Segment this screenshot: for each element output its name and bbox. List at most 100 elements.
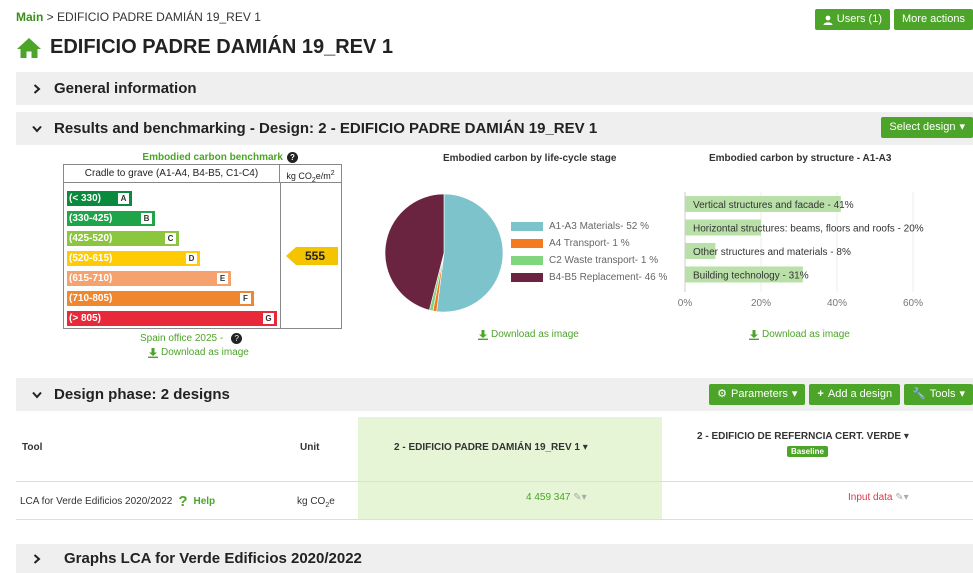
tools-label: Tools [929, 388, 956, 400]
table-row-unit: kg CO2e [297, 496, 335, 509]
input-data-link[interactable]: Input data [848, 492, 892, 503]
table-divider [16, 481, 973, 482]
benchmark-letter: G [263, 313, 274, 324]
design-1-name: 2 - EDIFICIO PADRE DAMIÁN 19_REV 1 [394, 442, 580, 453]
pencil-icon[interactable]: ✎ [573, 492, 581, 503]
download-benchmark-link[interactable]: Download as image [148, 347, 249, 358]
design-2-name: 2 - EDIFICIO DE REFERNCIA CERT. VERDE [697, 431, 902, 442]
general-information-header[interactable]: General information [16, 72, 973, 105]
parameters-label: Parameters [731, 388, 788, 400]
design-column-highlight [358, 417, 662, 520]
chevron-right-icon [28, 553, 46, 564]
legend-item[interactable]: A4 Transport- 1 % [511, 235, 667, 252]
design-column-header[interactable]: 2 - EDIFICIO PADRE DAMIÁN 19_REV 1 ▾ [394, 442, 588, 453]
results-header[interactable]: Results and benchmarking - Design: 2 - E… [16, 112, 973, 145]
download-lifecycle-link[interactable]: Download as image [478, 329, 579, 340]
benchmark-letter: C [165, 233, 176, 244]
benchmark-range: (330-425) [69, 213, 113, 224]
breadcrumb-main-link[interactable]: Main [16, 10, 43, 24]
benchmark-title-row: Embodied carbon benchmark? [63, 152, 298, 163]
download-benchmark-label: Download as image [161, 347, 249, 358]
user-icon [823, 15, 833, 25]
design-1-value-text: 4 459 347 [526, 492, 571, 503]
select-design-button[interactable]: Select design ▾ [881, 117, 973, 138]
add-design-label: Add a design [827, 388, 893, 400]
column-header-unit: Unit [300, 442, 320, 453]
benchmark-range: (425-520) [69, 233, 113, 244]
benchmark-letter: F [240, 293, 251, 304]
info-icon[interactable]: ? [231, 333, 243, 344]
plus-icon: + [817, 388, 824, 400]
parameters-button[interactable]: ⚙ Parameters ▾ [709, 384, 806, 405]
legend-item[interactable]: B4-B5 Replacement- 46 % [511, 269, 667, 286]
benchmark-title: Embodied carbon benchmark [142, 152, 283, 164]
general-information-title: General information [54, 80, 197, 97]
breadcrumb-current: EDIFICIO PADRE DAMIÁN 19_REV 1 [57, 10, 261, 24]
chevron-right-icon [28, 83, 46, 94]
structure-bar-label: Vertical structures and facade - 41% [693, 200, 854, 211]
benchmark-range: (710-805) [69, 293, 113, 304]
benchmark-bar-d: (520-615) D [67, 251, 200, 266]
benchmark-letter: A [118, 193, 129, 204]
legend-item[interactable]: C2 Waste transport- 1 % [511, 252, 667, 269]
tool-name: LCA for Verde Edificios 2020/2022 [20, 496, 173, 507]
help-question-icon[interactable]: ? [178, 493, 187, 510]
baseline-badge: Baseline [787, 446, 828, 457]
benchmark-bar-f: (710-805) F [67, 291, 254, 306]
tools-button[interactable]: 🔧 Tools ▾ [904, 384, 973, 405]
download-icon [478, 329, 488, 340]
caret-down-icon: ▾ [582, 442, 588, 453]
design-1-value[interactable]: 4 459 347 ✎▾ [526, 492, 587, 503]
results-title: Results and benchmarking - Design: 2 - E… [54, 120, 598, 137]
graphs-header[interactable]: Graphs LCA for Verde Edificios 2020/2022 [16, 544, 973, 573]
legend-label: C2 Waste transport- 1 % [549, 255, 659, 266]
lifecycle-pie-chart [384, 193, 504, 313]
caret-down-icon: ▾ [581, 492, 587, 503]
structure-bar-label: Other structures and materials - 8% [693, 247, 851, 258]
x-tick-label: 20% [751, 298, 771, 309]
breadcrumb: Main > EDIFICIO PADRE DAMIÁN 19_REV 1 [16, 10, 261, 24]
design-phase-title: Design phase: 2 designs [54, 386, 230, 403]
info-icon[interactable]: ? [287, 152, 298, 163]
select-design-label: Select design [889, 121, 956, 133]
baseline-column-header[interactable]: 2 - EDIFICIO DE REFERNCIA CERT. VERDE ▾ [697, 431, 909, 442]
caret-down-icon: ▾ [903, 492, 909, 503]
design-2-value[interactable]: Input data ✎▾ [848, 492, 909, 503]
graphs-title: Graphs LCA for Verde Edificios 2020/2022 [64, 550, 362, 567]
benchmark-bar-b: (330-425) B [67, 211, 155, 226]
benchmark-col-unit: kg CO2e/m2 [280, 165, 341, 184]
benchmark-letter: B [141, 213, 152, 224]
caret-down-icon: ▾ [959, 121, 965, 133]
legend-swatch [511, 256, 543, 265]
users-button[interactable]: Users (1) [814, 9, 891, 30]
chevron-down-icon [28, 125, 46, 133]
benchmark-range: (520-615) [69, 253, 113, 264]
pencil-icon[interactable]: ✎ [895, 492, 903, 503]
design-actions: ⚙ Parameters ▾ + Add a design 🔧 Tools ▾ [709, 384, 973, 405]
download-structure-link[interactable]: Download as image [749, 329, 850, 340]
more-actions-button[interactable]: More actions [894, 9, 973, 30]
x-tick-label: 0% [678, 298, 693, 309]
download-lifecycle-label: Download as image [491, 329, 579, 340]
help-link[interactable]: Help [194, 496, 216, 507]
chevron-down-icon [28, 391, 46, 399]
legend-label: B4-B5 Replacement- 46 % [549, 272, 668, 283]
benchmark-range: (615-710) [69, 273, 113, 284]
benchmark-letter: D [186, 253, 197, 264]
structure-bar-chart: 0% 20% 40% 60% Vertical structures and facad… [678, 192, 924, 309]
legend-swatch [511, 222, 543, 231]
caret-down-icon: ▾ [959, 388, 965, 400]
legend-item[interactable]: A1-A3 Materials- 52 % [511, 218, 667, 235]
x-tick-label: 40% [827, 298, 847, 309]
benchmark-range: (> 805) [69, 313, 101, 324]
benchmark-bar-a: (< 330) A [67, 191, 132, 206]
benchmark-bar-g: (> 805) G [67, 311, 277, 326]
add-design-button[interactable]: + Add a design [809, 384, 901, 405]
benchmark-office-label: Spain office 2025 - [140, 333, 224, 345]
top-actions: Users (1) More actions [814, 9, 973, 30]
pie-slice-0[interactable] [436, 193, 504, 313]
benchmark-range: (< 330) [69, 193, 101, 204]
benchmark-bar-c: (425-520) C [67, 231, 179, 246]
wrench-icon: 🔧 [912, 388, 926, 400]
home-icon [17, 37, 41, 58]
